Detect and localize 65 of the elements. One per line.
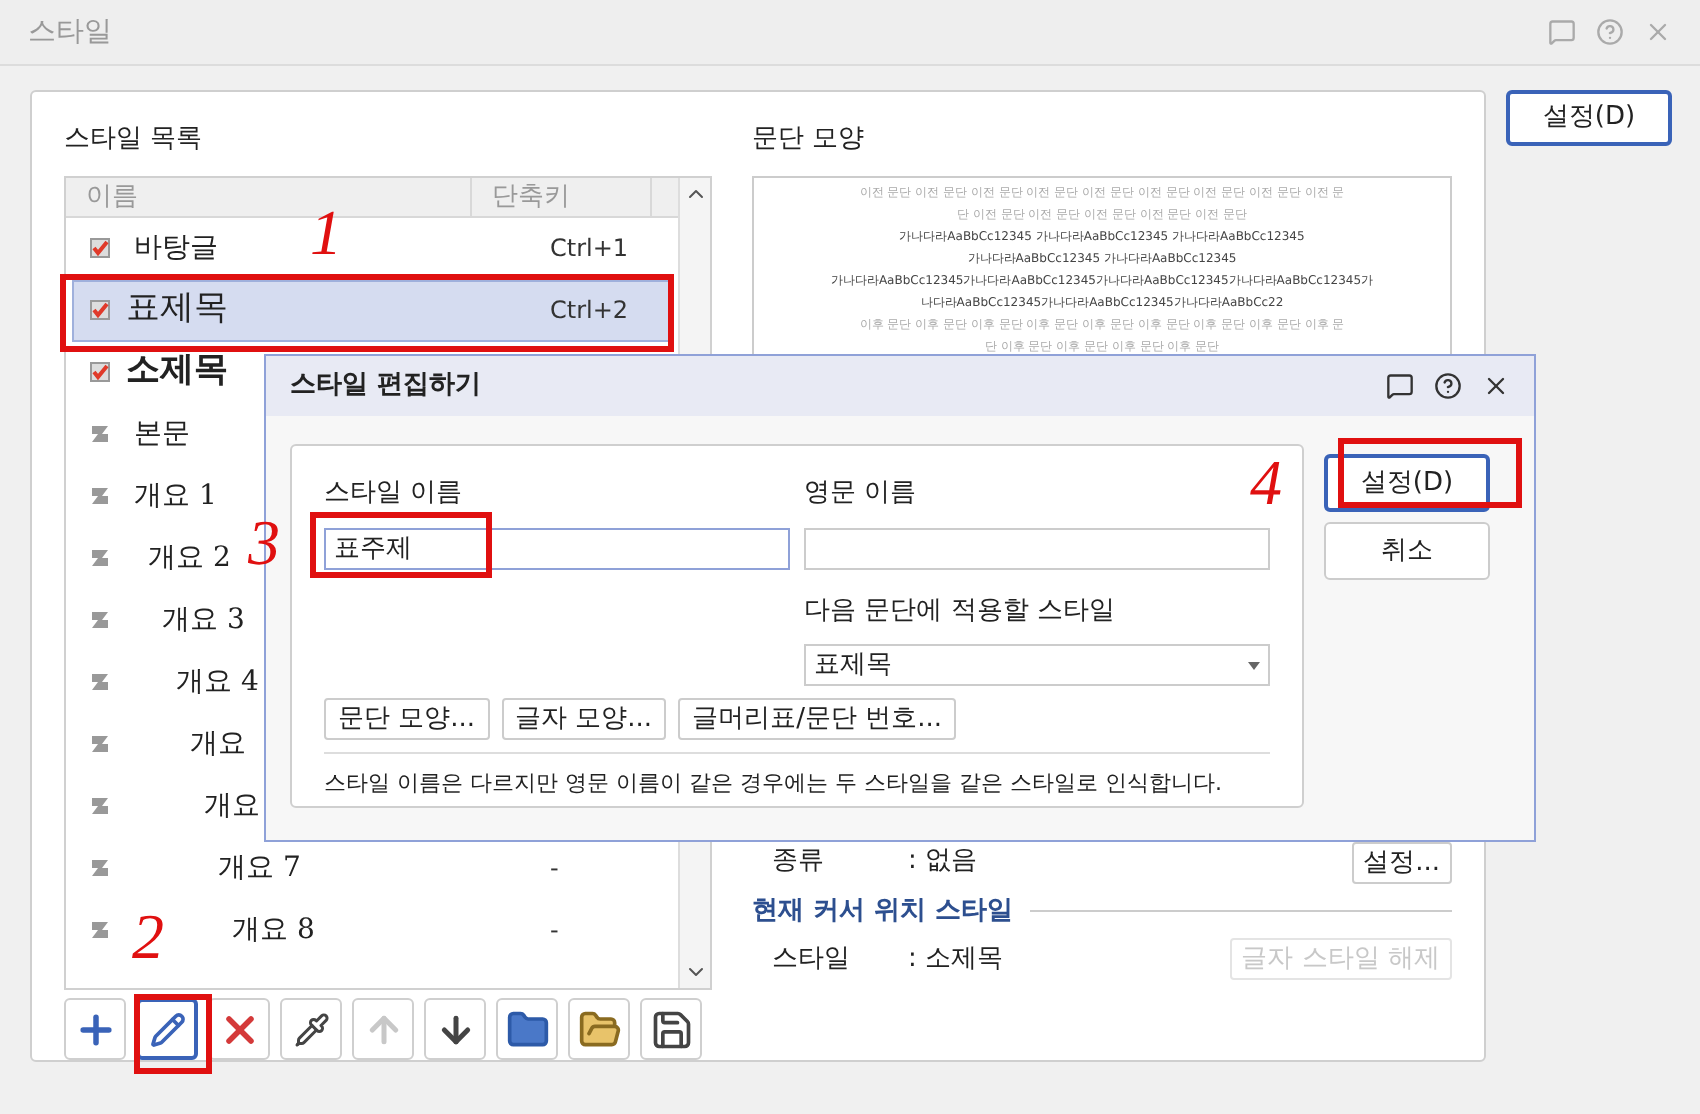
shortcut-text: -	[550, 852, 561, 886]
shortcut-text: Ctrl+1	[550, 232, 631, 266]
style-name[interactable]: 개요 2	[148, 537, 231, 579]
paragraph-style-icon	[90, 486, 110, 506]
section-heading: 현재 커서 위치 스타일	[752, 893, 1014, 929]
style-name-field[interactable]: 표주제	[324, 527, 790, 569]
dialog-button[interactable]: 문단 모양...	[324, 698, 490, 740]
section-title: 스타일 목록	[64, 122, 205, 158]
dialog-button[interactable]: 글머리표/문단 번호...	[678, 698, 956, 740]
folder-icon	[505, 1007, 549, 1051]
pencil-icon	[149, 1011, 185, 1047]
style-name[interactable]: 개요	[204, 785, 260, 827]
paragraph-style-icon	[90, 920, 110, 940]
help-icon[interactable]	[1434, 372, 1462, 400]
style-name[interactable]: 바탕글	[134, 227, 218, 269]
field-label: 종류	[772, 844, 826, 881]
eyedropper-icon	[293, 1011, 329, 1047]
style-name: 표제목	[126, 286, 228, 333]
field-value: : 없음	[908, 844, 978, 881]
field-label: 스타일	[772, 941, 852, 978]
selected-style-row[interactable]: 표제목 Ctrl+2	[72, 279, 672, 341]
paragraph-style-icon	[90, 548, 110, 568]
paragraph-style-icon	[90, 796, 110, 816]
field-label: 다음 문단에 적용할 스타일	[804, 593, 1117, 629]
paragraph-style-icon	[90, 610, 110, 630]
dropdown-arrow-icon	[1248, 661, 1260, 669]
highlight-frame	[134, 994, 212, 1074]
shortcut-text: Ctrl+2	[550, 294, 631, 328]
shortcut-text: -	[550, 914, 561, 948]
check-style-icon	[90, 300, 110, 320]
cancel-button[interactable]: 취소	[1324, 522, 1490, 580]
settings-button[interactable]: 설정...	[1351, 841, 1452, 883]
paragraph-style-icon	[90, 734, 110, 754]
next-style-dropdown[interactable]: 표제목	[804, 644, 1270, 686]
note-text: 스타일 이름은 다르지만 영문 이름이 같은 경우에는 두 스타일을 같은 스타일로 인식합니다.	[324, 770, 1222, 798]
style-name[interactable]: 개요	[190, 723, 246, 765]
paragraph-style-icon	[90, 424, 110, 444]
style-name[interactable]: 소제목	[126, 346, 228, 398]
ok-button[interactable]: 설정(D)	[1506, 90, 1672, 146]
paragraph-style-icon	[90, 672, 110, 692]
annotation-number: 4	[1250, 450, 1282, 514]
toolbar-button[interactable]	[136, 998, 198, 1060]
style-name[interactable]: 본문	[134, 413, 190, 455]
close-icon[interactable]	[1482, 372, 1510, 400]
save-icon	[649, 1007, 693, 1051]
dialog-button[interactable]: 글자 모양...	[501, 698, 667, 740]
dialog-title: 스타일 편집하기	[290, 368, 482, 405]
annotation-number: 3	[248, 510, 280, 574]
section-title: 문단 모양	[752, 122, 867, 158]
comment-icon[interactable]	[1386, 372, 1414, 400]
style-name[interactable]: 개요 8	[232, 909, 315, 951]
style-name[interactable]: 개요 1	[134, 475, 217, 517]
style-name[interactable]: 개요 3	[162, 599, 245, 641]
field-label: 스타일 이름	[324, 476, 465, 512]
style-name[interactable]: 개요 4	[176, 661, 259, 703]
field-value: : 소제목	[908, 941, 1004, 978]
english-name-field[interactable]	[804, 527, 1270, 569]
check-style-icon	[90, 238, 110, 258]
window-title: 스타일	[28, 13, 112, 51]
field-label: 영문 이름	[804, 476, 919, 512]
annotation-number: 2	[132, 904, 164, 968]
paragraph-style-icon	[90, 858, 110, 878]
style-name[interactable]: 개요 7	[218, 847, 301, 889]
open-folder-icon	[577, 1007, 621, 1051]
check-style-icon	[90, 362, 110, 382]
